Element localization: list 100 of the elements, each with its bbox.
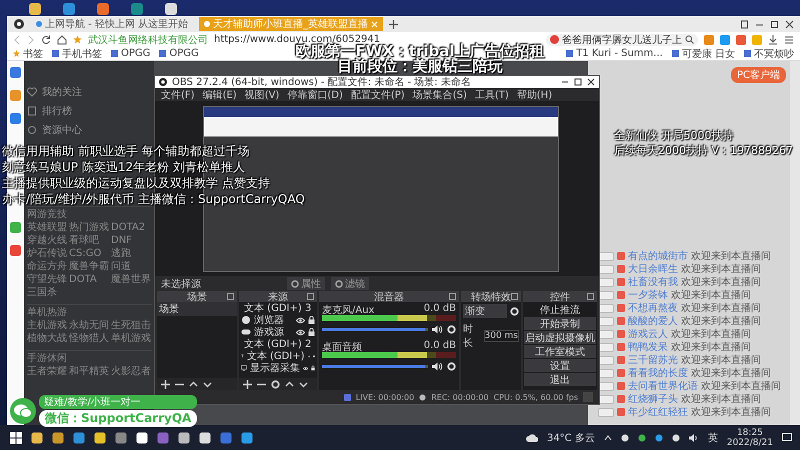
category-link[interactable]: 问道 (111, 261, 131, 273)
lock-icon[interactable] (308, 316, 315, 324)
taskbar-app-icon[interactable] (52, 432, 64, 444)
undock-icon[interactable] (511, 293, 518, 300)
transition-dropdown[interactable]: 渐变 (463, 304, 507, 318)
add-icon[interactable] (161, 380, 170, 388)
move-down-icon[interactable] (203, 380, 212, 388)
move-up-icon[interactable] (189, 380, 198, 388)
chat-username[interactable]: 不想再熬夜 (628, 301, 678, 315)
menu-item[interactable]: 工具(T) (474, 88, 509, 102)
pin-icon[interactable] (740, 20, 749, 28)
menu-item[interactable]: 帮助(H) (516, 88, 552, 102)
chat-username[interactable]: 红烧狮子头 (628, 392, 678, 406)
gear-icon[interactable] (447, 362, 456, 370)
chat-username[interactable]: 年少红红轻狂 (628, 405, 688, 418)
maximize-icon[interactable] (770, 20, 779, 28)
source-item[interactable]: 游戏源 (254, 325, 293, 339)
taskbar-app-icon[interactable] (199, 432, 211, 444)
control-button[interactable]: 启动虚拟摄像机 (524, 331, 596, 344)
chat-username[interactable]: 社畜没有我 (628, 275, 678, 289)
nav-link[interactable]: 资源中心 (27, 121, 152, 139)
category-link[interactable]: 魔兽争霸 (69, 261, 109, 273)
eye-icon[interactable] (296, 328, 305, 336)
maximize-icon[interactable] (574, 78, 582, 86)
source-item[interactable]: 浏览器 (254, 313, 293, 327)
bookmark-link[interactable]: T1 Kuri - Summ... (566, 48, 663, 59)
new-tab-icon[interactable] (389, 20, 398, 28)
category-link[interactable]: 魔兽世界 (111, 274, 151, 286)
browser-tab[interactable]: 天才辅助师小班直播_英雄联盟直播 (199, 17, 384, 31)
category-link[interactable]: 逃跑 (111, 248, 131, 260)
lock-icon[interactable] (310, 364, 315, 372)
desktop-shortcut-icon[interactable] (28, 2, 42, 16)
bookmark-link[interactable]: 可爱康 日女 (672, 47, 735, 60)
menu-item[interactable]: 编辑(E) (202, 88, 237, 102)
filters-button[interactable]: 滤镜 (331, 277, 369, 290)
menu-icon[interactable] (784, 34, 794, 44)
windows-start-icon[interactable] (10, 432, 22, 444)
control-button[interactable]: 开始录制 (524, 317, 596, 330)
menu-item[interactable]: 视图(V) (244, 88, 280, 102)
sidebar-app-icon[interactable] (10, 245, 21, 256)
eye-icon[interactable] (296, 316, 305, 324)
download-icon[interactable] (768, 34, 778, 44)
bookmark-link[interactable]: OPGG (111, 48, 150, 59)
control-button[interactable]: 退出 (524, 373, 596, 386)
category-link[interactable]: DOTA (69, 274, 97, 286)
category-link[interactable]: CS:GO (69, 248, 102, 260)
category-link[interactable]: 穿越火线 (27, 235, 67, 247)
speaker-icon[interactable] (432, 324, 443, 334)
scene-item[interactable]: 场景 (157, 302, 237, 316)
category-link[interactable]: DOTA2 (111, 222, 146, 234)
eye-icon[interactable] (302, 364, 308, 372)
control-button[interactable]: 工作室模式 (524, 345, 596, 358)
star-icon[interactable] (73, 35, 82, 44)
category-link[interactable]: 怪物猎人 (69, 333, 109, 345)
gear-icon[interactable] (271, 380, 280, 388)
nav-link[interactable]: 我的关注 (27, 83, 152, 101)
taskbar-app-icon[interactable] (178, 432, 190, 444)
notification-icon[interactable] (782, 433, 792, 442)
undock-icon[interactable] (449, 293, 456, 300)
move-down-icon[interactable] (299, 380, 308, 388)
taskbar-app-icon[interactable] (136, 432, 148, 444)
chat-username[interactable]: 去问看世界化语 (628, 379, 698, 393)
category-link[interactable]: 炉石传说 (27, 248, 67, 260)
desktop-shortcut-icon[interactable] (164, 2, 178, 16)
sidebar-app-icon[interactable] (10, 67, 21, 78)
bookmark-link[interactable]: OPGG (159, 48, 199, 59)
chat-username[interactable]: 酸酸的爱人 (628, 314, 678, 328)
category-link[interactable]: 三国杀 (27, 287, 57, 299)
volume-icon[interactable] (688, 434, 699, 442)
bookmark-link[interactable]: 书签 (13, 47, 43, 60)
category-link[interactable]: 和平精英 (69, 366, 109, 378)
chat-username[interactable]: 游戏云人 (628, 327, 668, 341)
chat-username[interactable]: 有点的城街市 (628, 250, 688, 263)
category-link[interactable]: 英雄联盟 (27, 222, 67, 234)
category-link[interactable]: 火影忍者 (111, 366, 151, 378)
taskbar-app-icon[interactable] (94, 432, 106, 444)
speaker-icon[interactable] (432, 362, 443, 370)
source-item[interactable]: 文本 (GDI+) (246, 349, 305, 363)
category-link[interactable]: 主机游戏 (27, 320, 67, 332)
chat-username[interactable]: 三千留苏光 (628, 353, 678, 367)
category-link[interactable]: 植物大战 (27, 333, 67, 345)
chat-username[interactable]: 看看我的长度 (628, 366, 688, 380)
control-button[interactable]: 设置 (524, 359, 596, 372)
gear-icon[interactable] (510, 306, 519, 316)
chat-username[interactable]: 一夕茶钵 (628, 288, 668, 302)
category-link[interactable]: 命运方舟 (27, 261, 67, 273)
home-icon[interactable] (57, 34, 67, 44)
duration-field[interactable]: 300 ms (484, 330, 519, 342)
lock-icon[interactable] (308, 328, 315, 336)
sidebar-app-icon[interactable] (10, 113, 21, 124)
menu-item[interactable]: 文件(F) (161, 88, 195, 102)
properties-button[interactable]: 属性 (287, 277, 325, 290)
taskbar-app-icon[interactable] (31, 432, 43, 444)
category-link[interactable]: 单机游戏 (111, 333, 151, 345)
category-link[interactable]: 生死狙击 (111, 320, 151, 332)
bookmark-link[interactable]: 手机书签 (52, 47, 102, 60)
client-download-button[interactable]: PC客户端 (730, 67, 786, 83)
browser-tab[interactable]: 上网导航 - 轻快上网 从这里开始 (31, 17, 194, 31)
chat-username[interactable]: 大日余晖生 (628, 262, 678, 276)
source-item[interactable]: 显示器采集 (250, 361, 300, 375)
